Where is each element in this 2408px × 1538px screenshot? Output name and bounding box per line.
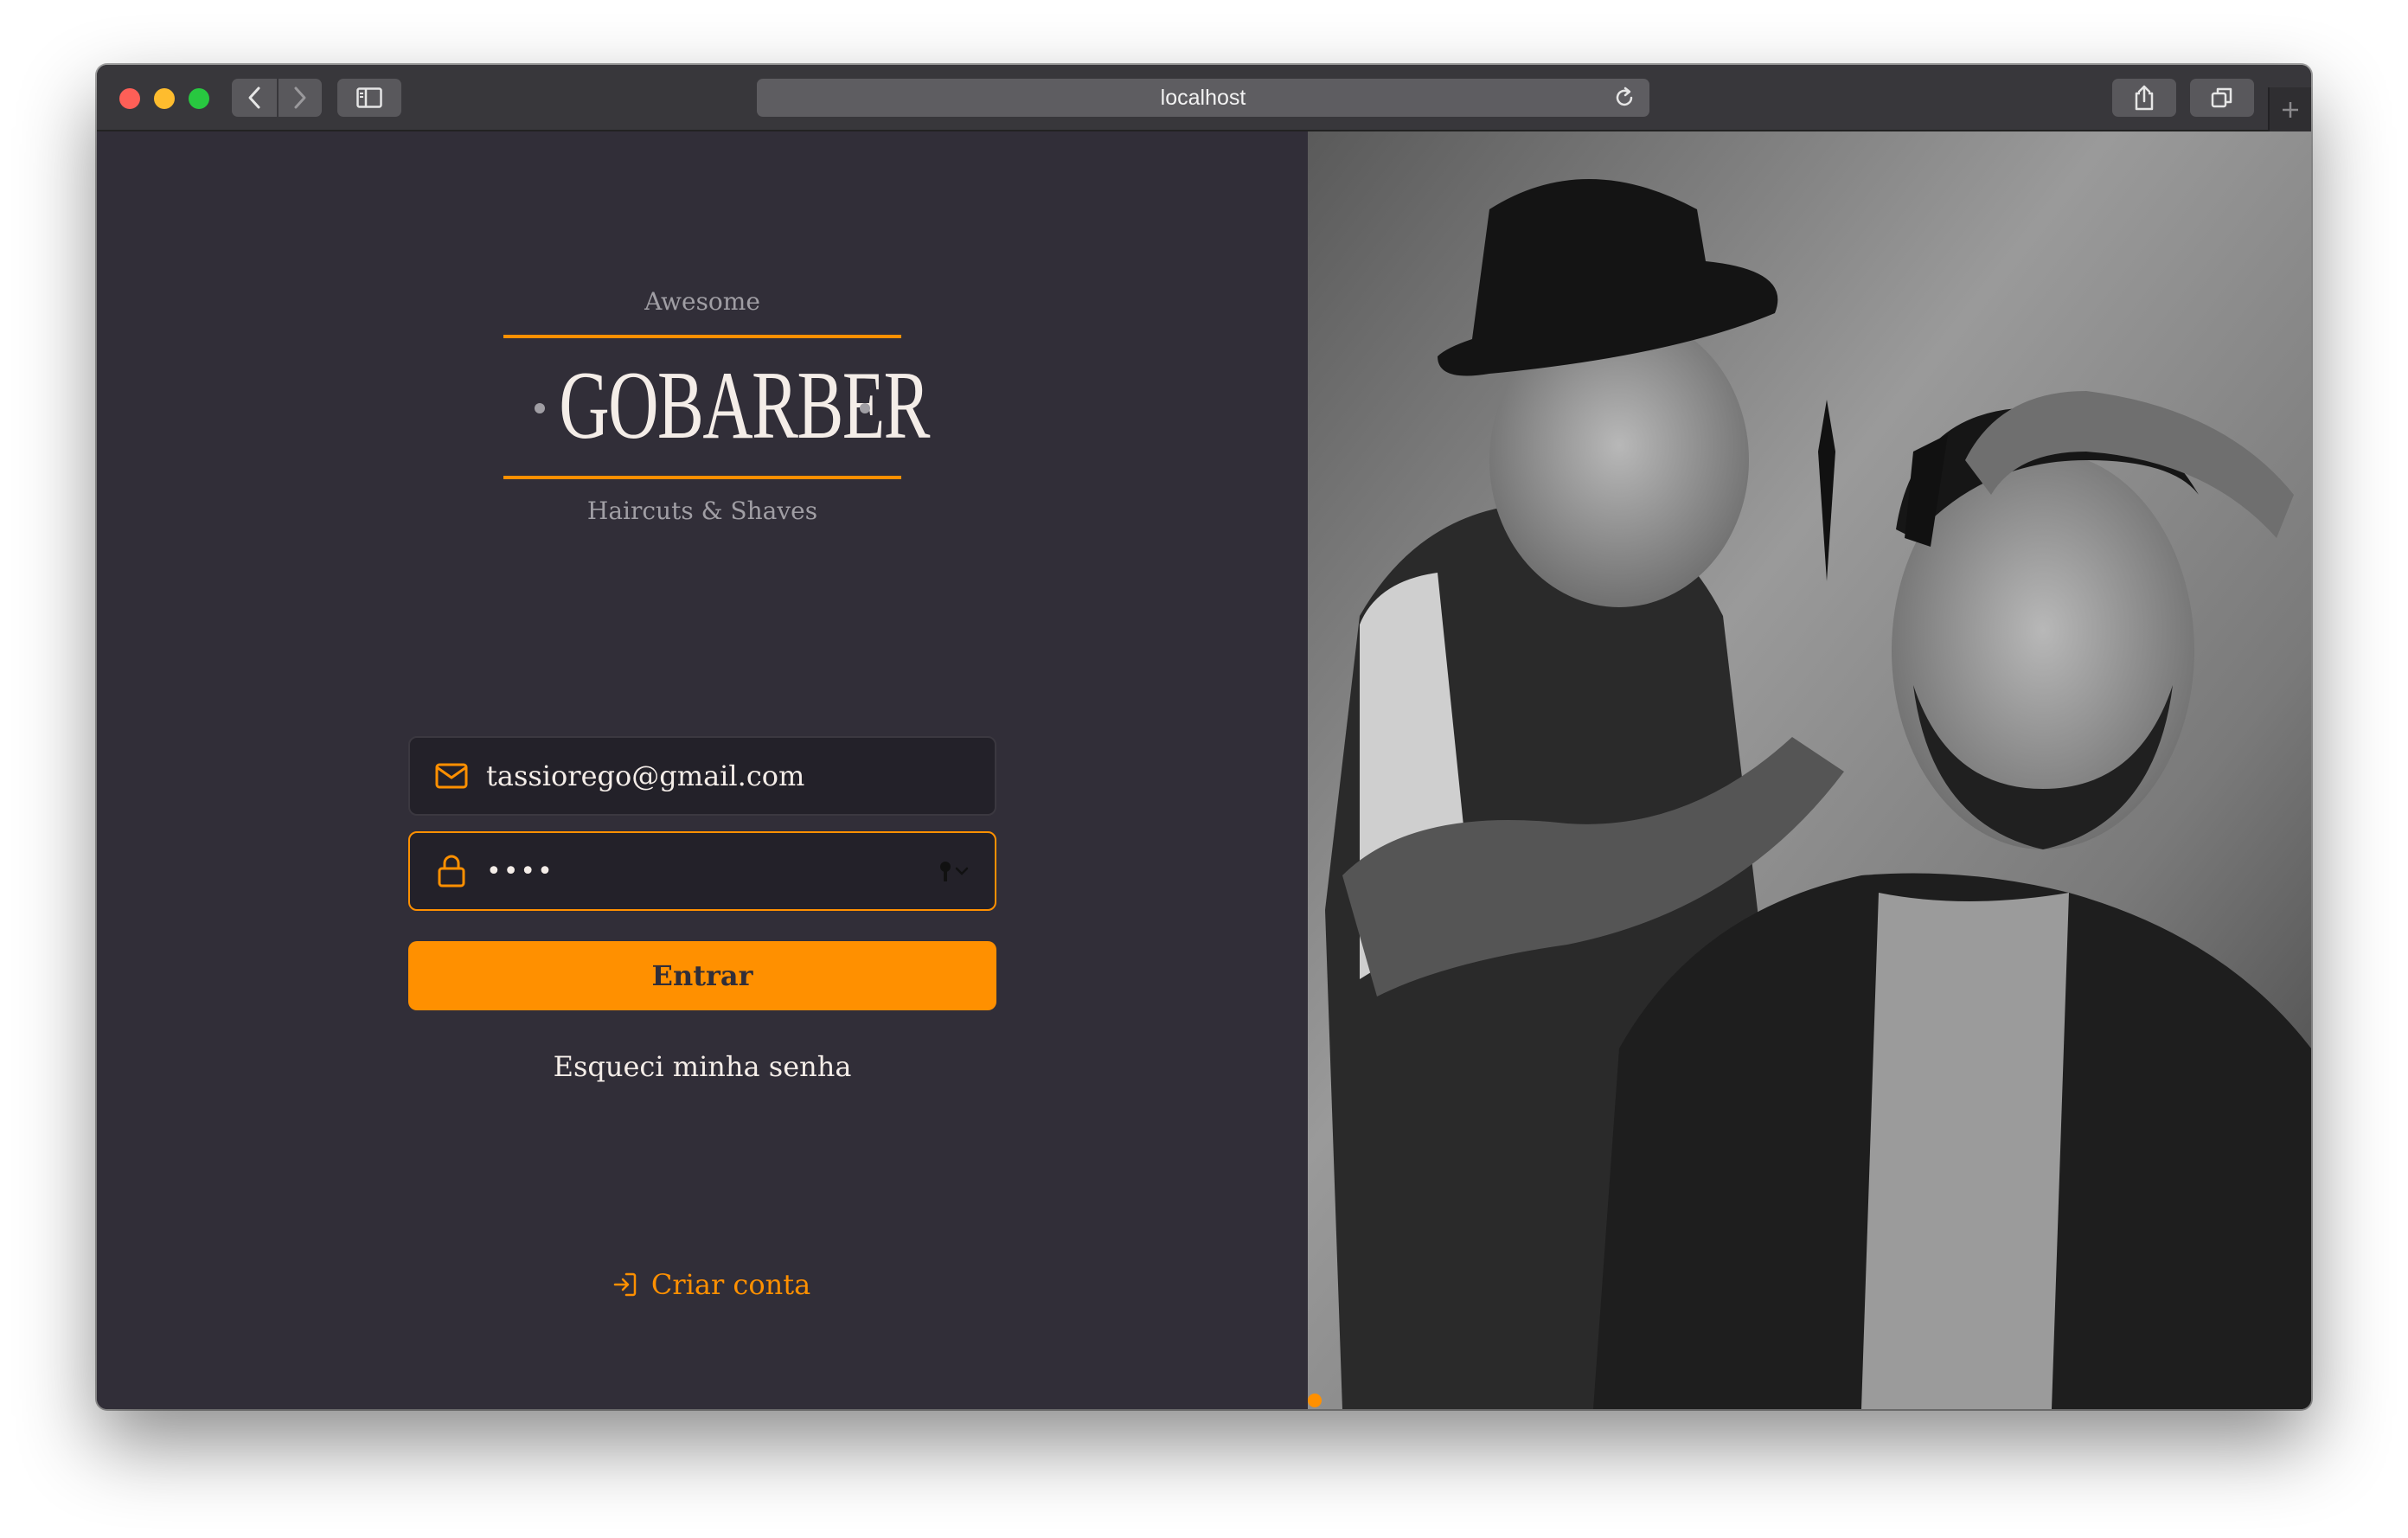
new-tab-button[interactable] [2268, 87, 2311, 131]
email-input[interactable] [486, 759, 936, 792]
address-url: localhost [1160, 85, 1246, 110]
tab-overview-button[interactable] [2190, 79, 2254, 117]
password-manager-button[interactable] [938, 859, 974, 888]
logo-wordmark: GOBARBER [559, 352, 930, 459]
chevron-right-icon [294, 87, 306, 109]
sidebar-icon [356, 87, 382, 108]
login-panel: Awesome GOBARBER Haircuts & Shaves •••• [97, 131, 1308, 1409]
navigation-buttons [232, 79, 322, 117]
barber-photo [1308, 131, 2311, 1409]
forward-button[interactable] [277, 79, 322, 117]
sidebar-toggle-button[interactable] [337, 79, 401, 117]
logo-tagline-top: Awesome [644, 287, 760, 316]
email-field[interactable] [408, 736, 996, 816]
mail-icon [434, 759, 469, 793]
logo-tagline-bottom: Haircuts & Shaves [586, 497, 818, 525]
reload-button[interactable] [1613, 87, 1636, 115]
share-button[interactable] [2112, 79, 2176, 117]
zoom-window-button[interactable] [189, 88, 209, 109]
password-input[interactable]: •••• [486, 856, 554, 887]
logo-dot-right [860, 403, 870, 413]
share-icon [2135, 85, 2154, 111]
chevron-left-icon [248, 87, 260, 109]
logo-divider-bottom [503, 476, 901, 479]
password-field[interactable]: •••• [408, 831, 996, 911]
minimize-window-button[interactable] [154, 88, 175, 109]
gobarber-logo: Awesome GOBARBER Haircuts & Shaves [503, 287, 930, 529]
page-content: Awesome GOBARBER Haircuts & Shaves •••• [97, 131, 2311, 1409]
tabs-overview-icon [2211, 87, 2232, 108]
plus-icon [2283, 101, 2298, 118]
hero-image [1308, 131, 2311, 1409]
logo-dot-left [535, 403, 545, 413]
close-window-button[interactable] [119, 88, 140, 109]
forgot-password-link[interactable]: Esqueci minha senha [408, 1050, 996, 1083]
log-in-icon [612, 1272, 637, 1298]
browser-window: localhost Awesome GOBARBER Haircuts & Sh… [97, 65, 2311, 1409]
address-bar[interactable]: localhost [757, 79, 1649, 117]
lock-icon [434, 854, 469, 888]
key-icon [940, 862, 969, 881]
login-submit-button[interactable]: Entrar [408, 941, 996, 1010]
browser-toolbar: localhost [97, 65, 2311, 131]
logo-divider-top [503, 335, 901, 338]
reload-icon [1616, 87, 1633, 106]
create-account-label: Criar conta [650, 1268, 811, 1301]
back-button[interactable] [232, 79, 277, 117]
create-account-link[interactable]: Criar conta [607, 1265, 815, 1304]
